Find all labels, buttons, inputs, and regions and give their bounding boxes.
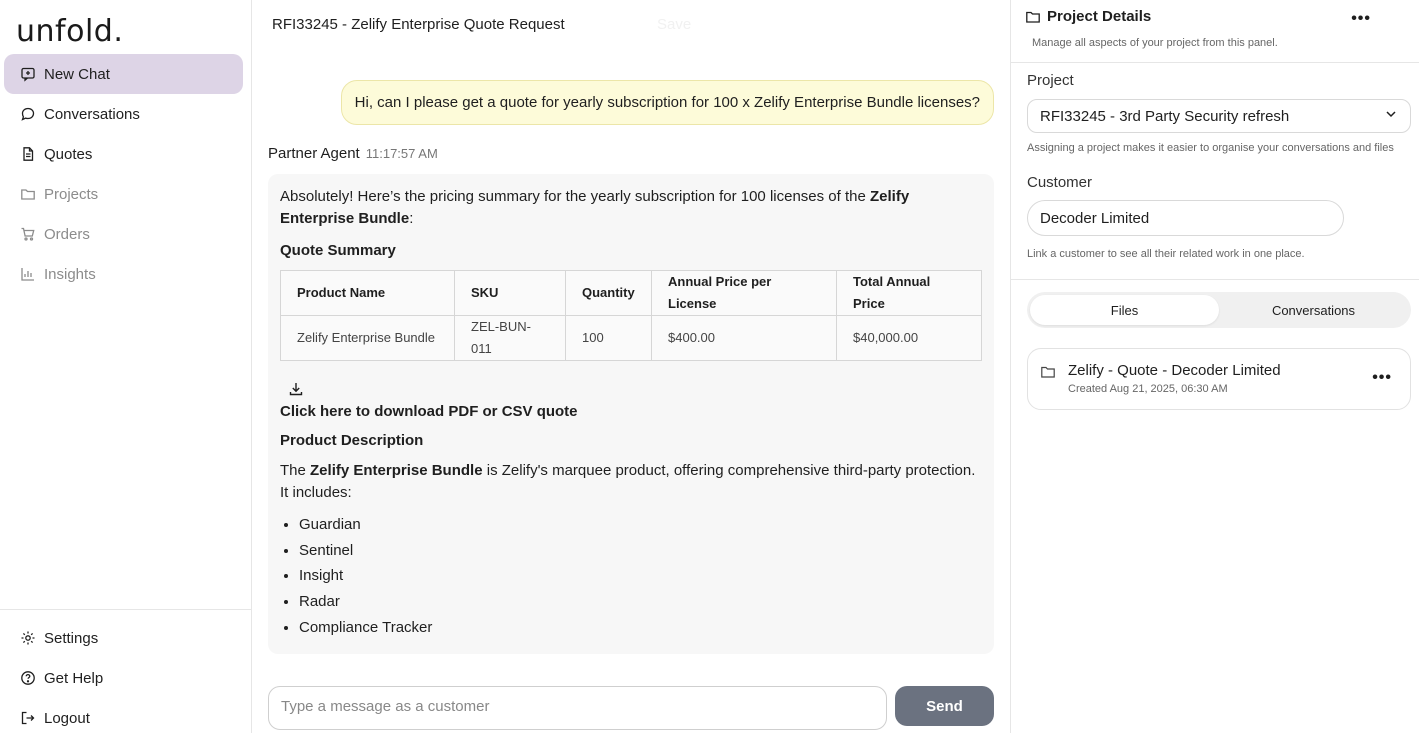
table-cell: $400.00	[651, 315, 837, 361]
sidebar-nav: New Chat Conversations Quotes Projects O…	[4, 54, 243, 294]
sidebar-item-quotes[interactable]: Quotes	[4, 134, 243, 174]
product-description-title: Product Description	[280, 432, 424, 449]
chat-main: RFI33245 - Zelify Enterprise Quote Reque…	[252, 0, 1010, 733]
send-button[interactable]: Send	[895, 686, 994, 726]
divider	[1011, 62, 1419, 63]
message-time: 11:17:57 AM	[365, 146, 438, 161]
quote-table: Product Name SKU Quantity Annual Price p…	[280, 270, 982, 361]
quote-summary-title: Quote Summary	[280, 242, 396, 259]
bar-chart-icon	[20, 266, 36, 282]
project-label: Project	[1027, 72, 1074, 89]
gear-icon	[20, 630, 36, 646]
list-item: Guardian	[299, 512, 982, 538]
column-header: Quantity	[565, 270, 652, 316]
table-header-row: Product Name SKU Quantity Annual Price p…	[280, 270, 982, 316]
panel-subtitle: Manage all aspects of your project from …	[1032, 37, 1278, 49]
panel-title: Project Details	[1047, 8, 1152, 25]
agent-intro: Absolutely! Here’s the pricing summary f…	[280, 186, 982, 230]
cart-icon	[20, 226, 36, 242]
more-options-icon[interactable]: •••	[1372, 369, 1392, 387]
message-input[interactable]: Type a message as a customer	[268, 686, 887, 730]
new-chat-icon	[20, 66, 36, 82]
folder-icon	[1040, 364, 1058, 382]
tab-files[interactable]: Files	[1030, 295, 1219, 325]
table-cell: 100	[565, 315, 652, 361]
sidebar-item-label: Logout	[44, 709, 90, 727]
logout-icon	[20, 710, 36, 726]
customer-field[interactable]: Decoder Limited	[1027, 200, 1344, 236]
customer-label: Customer	[1027, 174, 1093, 191]
save-button[interactable]: Save	[657, 16, 691, 33]
chevron-down-icon	[1384, 107, 1398, 125]
sidebar-item-orders[interactable]: Orders	[4, 214, 243, 254]
download-quote-link[interactable]: Click here to download PDF or CSV quote	[280, 401, 982, 423]
sidebar-item-settings[interactable]: Settings	[4, 618, 251, 658]
column-header: SKU	[454, 270, 566, 316]
project-select-value: RFI33245 - 3rd Party Security refresh	[1040, 107, 1290, 125]
sidebar-item-new-chat[interactable]: New Chat	[4, 54, 243, 94]
sidebar-item-label: Conversations	[44, 105, 140, 123]
user-message: Hi, can I please get a quote for yearly …	[340, 80, 994, 125]
sidebar-item-conversations[interactable]: Conversations	[4, 94, 243, 134]
file-name: Zelify - Quote - Decoder Limited	[1068, 362, 1281, 379]
table-cell: Zelify Enterprise Bundle	[280, 315, 455, 361]
agent-header: Partner Agent 11:17:57 AM	[268, 145, 438, 162]
download-icon[interactable]	[288, 381, 306, 399]
file-item[interactable]: Zelify - Quote - Decoder Limited Created…	[1027, 348, 1411, 410]
page-title[interactable]: RFI33245 - Zelify Enterprise Quote Reque…	[272, 16, 565, 33]
project-hint: Assigning a project makes it easier to o…	[1027, 142, 1394, 154]
file-created: Created Aug 21, 2025, 06:30 AM	[1068, 383, 1228, 395]
agent-message: Absolutely! Here’s the pricing summary f…	[268, 174, 994, 654]
sidebar-item-logout[interactable]: Logout	[4, 698, 251, 733]
sidebar-item-get-help[interactable]: Get Help	[4, 658, 251, 698]
tab-conversations[interactable]: Conversations	[1219, 295, 1408, 325]
table-cell: $40,000.00	[836, 315, 982, 361]
more-options-icon[interactable]: •••	[1351, 10, 1371, 28]
desc-product: Zelify Enterprise Bundle	[310, 462, 483, 479]
sidebar-item-insights[interactable]: Insights	[4, 254, 243, 294]
project-select[interactable]: RFI33245 - 3rd Party Security refresh	[1027, 99, 1411, 133]
intro-colon: :	[409, 210, 414, 227]
document-icon	[20, 146, 36, 162]
column-header: Total Annual Price	[836, 270, 982, 316]
sidebar-item-label: Settings	[44, 629, 99, 647]
column-header: Annual Price per License	[651, 270, 837, 316]
product-description: The Zelify Enterprise Bundle is Zelify's…	[280, 460, 982, 504]
sidebar-item-label: New Chat	[44, 65, 110, 83]
feature-list: Guardian Sentinel Insight Radar Complian…	[280, 512, 982, 641]
sidebar-item-label: Quotes	[44, 145, 93, 163]
brand-logo[interactable]: unfold.	[16, 14, 123, 49]
sidebar-item-label: Get Help	[44, 669, 104, 687]
help-circle-icon	[20, 670, 36, 686]
agent-name: Partner Agent	[268, 145, 360, 162]
intro-text: Absolutely! Here’s the pricing summary f…	[280, 188, 870, 205]
list-item: Compliance Tracker	[299, 615, 982, 641]
divider	[1011, 279, 1419, 280]
sidebar: unfold. New Chat Conversations Quotes Pr…	[0, 0, 252, 733]
folder-icon	[20, 186, 36, 202]
table-cell: ZEL-BUN-011	[454, 315, 566, 361]
list-item: Insight	[299, 563, 982, 589]
chat-bubble-icon	[20, 106, 36, 122]
sidebar-item-label: Projects	[44, 185, 99, 203]
sidebar-bottom: Settings Get Help Logout	[0, 609, 251, 733]
project-details-panel: Project Details ••• Manage all aspects o…	[1010, 0, 1419, 733]
column-header: Product Name	[280, 270, 455, 316]
table-row: Zelify Enterprise Bundle ZEL-BUN-011 100…	[280, 315, 982, 361]
desc-text: The	[280, 462, 311, 479]
sidebar-item-label: Orders	[44, 225, 90, 243]
customer-hint: Link a customer to see all their related…	[1027, 248, 1305, 260]
list-item: Sentinel	[299, 538, 982, 564]
folder-icon	[1025, 9, 1041, 25]
list-item: Radar	[299, 589, 982, 615]
panel-header: Project Details	[1025, 8, 1151, 25]
sidebar-item-label: Insights	[44, 265, 96, 283]
panel-tabs: Files Conversations	[1027, 292, 1411, 328]
sidebar-item-projects[interactable]: Projects	[4, 174, 243, 214]
